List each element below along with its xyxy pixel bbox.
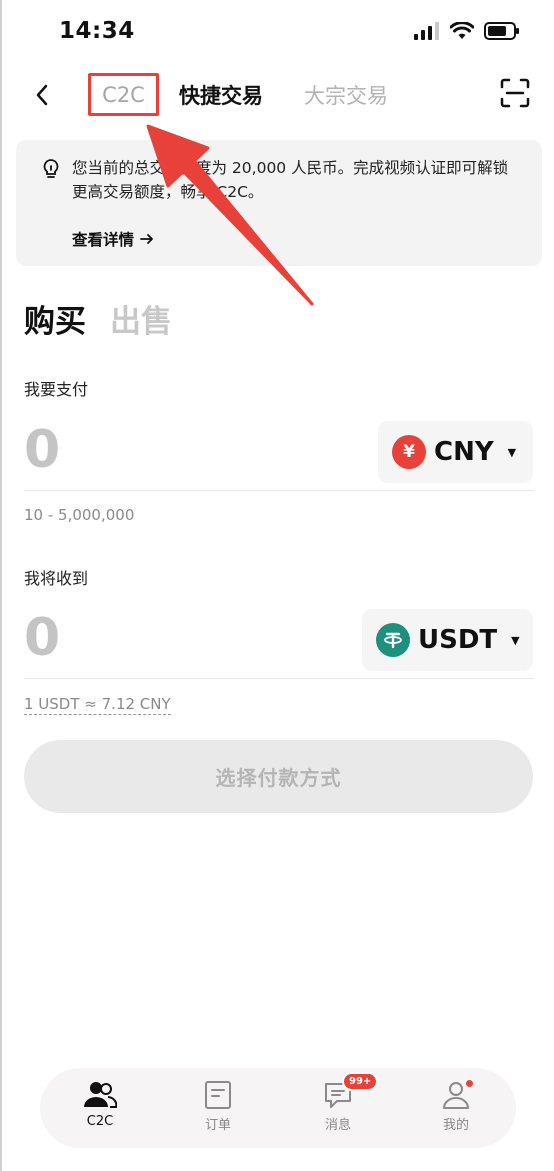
tabbar-label-c2c: C2C (86, 1114, 114, 1129)
pay-label: 我要支付 (24, 380, 89, 399)
tabbar-item-orders[interactable]: 订单 (178, 1080, 258, 1133)
signal-icon (414, 22, 440, 44)
cny-icon: ¥ (392, 435, 426, 469)
users-icon (84, 1082, 117, 1108)
receive-currency-selector[interactable]: USDT ▼ (362, 609, 533, 671)
battery-icon (484, 22, 520, 44)
pay-divider (24, 490, 534, 491)
tab-c2c[interactable]: C2C (88, 73, 159, 116)
notice-text: 您当前的总交易额度为 20,000 人民币。完成视频认证即可解锁更高交易额度，畅… (72, 159, 509, 201)
caret-down-icon: ▼ (511, 633, 520, 647)
notification-dot (466, 1080, 473, 1087)
usdt-icon (376, 623, 410, 657)
lightbulb-icon (42, 158, 60, 184)
scan-button[interactable] (500, 78, 530, 108)
tabbar-item-profile[interactable]: 我的 (416, 1080, 496, 1133)
status-bar: 14:34 (0, 0, 554, 66)
receive-currency-name: USDT (418, 625, 498, 655)
tab-sell[interactable]: 出售 (110, 296, 172, 341)
window-edge (0, 0, 2, 1171)
tabbar-label-orders: 订单 (204, 1118, 231, 1133)
limit-notice: 您当前的总交易额度为 20,000 人民币。完成视频认证即可解锁更高交易额度，畅… (16, 140, 542, 266)
tab-bulk-trade[interactable]: 大宗交易 (304, 80, 388, 110)
tab-buy[interactable]: 购买 (24, 296, 86, 341)
trade-side-tabs: 购买 出售 (24, 296, 172, 341)
status-icons (414, 21, 520, 44)
receive-label: 我将收到 (24, 569, 89, 588)
pay-amount-input[interactable]: 0 (24, 420, 60, 480)
pay-range-hint: 10 - 5,000,000 (24, 506, 135, 524)
back-button[interactable] (28, 78, 56, 112)
status-time: 14:34 (59, 18, 135, 44)
tabbar-item-c2c[interactable]: C2C (60, 1080, 140, 1129)
bottom-tabbar: C2C 订单 99+ 消息 我的 (40, 1068, 516, 1148)
tab-quick-trade[interactable]: 快捷交易 (179, 80, 263, 110)
scan-icon (500, 78, 530, 108)
pay-currency-name: CNY (434, 437, 494, 467)
tabbar-label-messages: 消息 (324, 1118, 351, 1133)
tabbar-label-profile: 我的 (442, 1118, 469, 1133)
arrow-right-icon (140, 234, 153, 244)
select-payment-button[interactable]: 选择付款方式 (24, 740, 533, 813)
chevron-left-icon (36, 84, 48, 106)
tabbar-item-messages[interactable]: 99+ 消息 (298, 1072, 379, 1133)
view-details-link[interactable]: 查看详情 (72, 228, 154, 250)
caret-down-icon: ▼ (507, 445, 517, 459)
pay-currency-selector[interactable]: ¥ CNY ▼ (378, 421, 533, 483)
wifi-icon (449, 21, 475, 44)
view-details-label: 查看详情 (72, 231, 135, 249)
receive-amount-input[interactable]: 0 (24, 608, 60, 668)
top-nav: C2C 快捷交易 大宗交易 (0, 66, 554, 124)
receive-divider (24, 678, 534, 679)
unread-badge: 99+ (342, 1072, 379, 1091)
exchange-rate[interactable]: 1 USDT ≈ 7.12 CNY (24, 695, 171, 715)
document-icon (205, 1081, 231, 1109)
